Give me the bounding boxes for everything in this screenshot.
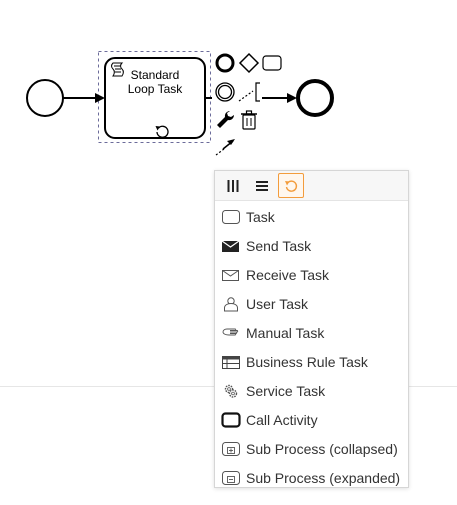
popup-item-subprocess-expanded[interactable]: Sub Process (expanded) [215, 463, 408, 492]
parallel-multi-instance-button[interactable] [220, 173, 246, 198]
popup-item-task[interactable]: Task [215, 202, 408, 231]
send-task-icon [221, 240, 240, 252]
popup-item-call-activity[interactable]: Call Activity [215, 405, 408, 434]
popup-item-label: Sub Process (collapsed) [246, 440, 398, 457]
task-label-line1: Standard [130, 68, 180, 82]
append-gateway-entry[interactable] [238, 52, 260, 74]
loop-icon [285, 179, 298, 192]
popup-item-label: Receive Task [246, 266, 330, 283]
wrench-icon [217, 110, 235, 128]
thick-circle-icon [215, 53, 235, 73]
service-task-icon [224, 384, 238, 398]
replace-popup-menu: Task Send Task Receive Task User Task Ma… [214, 170, 409, 488]
annotation-icon [238, 82, 260, 102]
append-end-event-entry[interactable] [214, 52, 236, 74]
loop-button[interactable] [278, 173, 304, 198]
popup-item-receive-task[interactable]: Receive Task [215, 260, 408, 289]
subprocess-expanded-icon [222, 470, 240, 485]
task-label: Standard Loop Task [106, 68, 204, 96]
task-icon [222, 209, 240, 224]
popup-item-label: Service Task [246, 382, 326, 399]
subprocess-collapsed-icon [222, 441, 240, 456]
task-label-line2: Loop Task [127, 82, 183, 96]
replace-entry[interactable] [214, 109, 236, 131]
receive-task-icon [222, 269, 239, 281]
manual-task-icon [222, 328, 239, 335]
sequential-multi-instance-button[interactable] [249, 173, 275, 198]
append-text-annotation-entry[interactable] [238, 81, 264, 103]
popup-item-business-rule-task[interactable]: Business Rule Task [215, 347, 408, 376]
popup-item-label: Task [246, 208, 275, 225]
popup-header [215, 171, 408, 201]
delete-entry[interactable] [238, 109, 260, 131]
bpmn-canvas[interactable]: Standard Loop Task Task Send Task Receiv… [0, 0, 457, 505]
append-intermediate-event-entry[interactable] [214, 81, 236, 103]
popup-item-label: Send Task [246, 237, 312, 254]
sequence-flow-1-arrow [95, 93, 105, 103]
trash-icon [241, 110, 257, 130]
call-activity-icon [221, 411, 241, 428]
connect-entry[interactable] [214, 135, 236, 157]
popup-list: Task Send Task Receive Task User Task Ma… [215, 201, 408, 492]
popup-item-label: User Task [246, 295, 308, 312]
double-circle-icon [215, 82, 235, 102]
popup-item-user-task[interactable]: User Task [215, 289, 408, 318]
popup-item-label: Manual Task [246, 324, 325, 341]
user-task-icon [224, 296, 238, 311]
popup-item-label: Business Rule Task [246, 353, 368, 370]
popup-item-send-task[interactable]: Send Task [215, 231, 408, 260]
append-task-entry[interactable] [261, 52, 283, 74]
sequential-mi-icon [256, 180, 268, 191]
parallel-mi-icon [227, 179, 239, 192]
sequence-flow-2-arrow [287, 93, 297, 103]
popup-item-label: Call Activity [246, 411, 318, 428]
popup-item-manual-task[interactable]: Manual Task [215, 318, 408, 347]
popup-item-subprocess-collapsed[interactable]: Sub Process (collapsed) [215, 434, 408, 463]
business-rule-task-icon [222, 355, 240, 369]
connect-arrow-icon [215, 139, 235, 156]
diamond-icon [238, 52, 260, 74]
end-event [296, 79, 334, 117]
rounded-rect-icon [262, 55, 282, 71]
popup-item-service-task[interactable]: Service Task [215, 376, 408, 405]
popup-item-label: Sub Process (expanded) [246, 469, 401, 486]
start-event [26, 79, 64, 117]
